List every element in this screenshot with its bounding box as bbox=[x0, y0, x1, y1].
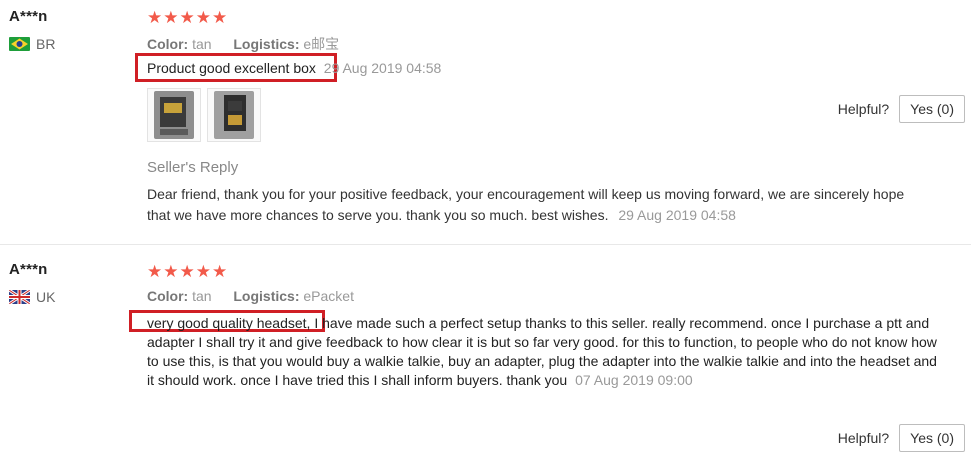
seller-reply-text: Dear friend, thank you for your positive… bbox=[147, 184, 927, 226]
color-value: tan bbox=[192, 36, 212, 52]
helpful-section: Helpful? Yes (0) bbox=[838, 424, 965, 452]
review-item: A***n UK ★★★★★ Color: tan Logistics: ePa… bbox=[0, 245, 971, 471]
reviewer-name: A***n bbox=[9, 261, 48, 278]
review-text: very good quality headset, I have made s… bbox=[147, 314, 942, 390]
helpful-yes-button[interactable]: Yes (0) bbox=[899, 95, 965, 123]
reviewer-name: A***n bbox=[9, 8, 48, 25]
photo-thumbnail-icon bbox=[154, 91, 194, 139]
highlighted-text: Product good excellent box bbox=[147, 60, 316, 76]
country-code: UK bbox=[36, 289, 56, 305]
seller-reply-date: 29 Aug 2019 04:58 bbox=[618, 207, 736, 223]
logistics-label: Logistics: bbox=[233, 288, 300, 304]
product-photo-2[interactable] bbox=[207, 88, 261, 142]
logistics-value: e邮宝 bbox=[303, 36, 340, 52]
review-attributes: Color: tan Logistics: e邮宝 bbox=[147, 34, 339, 54]
logistics-label: Logistics: bbox=[233, 36, 300, 52]
helpful-yes-button[interactable]: Yes (0) bbox=[899, 424, 965, 452]
review-date: 07 Aug 2019 09:00 bbox=[575, 372, 693, 388]
review-item: A***n BR ★★★★★ Color: tan Logistics: e邮宝… bbox=[0, 0, 971, 245]
star-rating: ★★★★★ bbox=[147, 8, 229, 27]
reviewer-country: UK bbox=[9, 289, 55, 305]
review-attributes: Color: tan Logistics: ePacket bbox=[147, 288, 354, 304]
review-text: Product good excellent box 29 Aug 2019 0… bbox=[147, 59, 441, 78]
seller-reply-body: Dear friend, thank you for your positive… bbox=[147, 186, 905, 223]
photo-thumbnail-icon bbox=[214, 91, 254, 139]
highlighted-text: very good quality headset, bbox=[147, 315, 311, 331]
star-rating: ★★★★★ bbox=[147, 262, 229, 281]
country-code: BR bbox=[36, 36, 56, 52]
color-label: Color: bbox=[147, 288, 189, 304]
product-photo-1[interactable] bbox=[147, 88, 201, 142]
helpful-section: Helpful? Yes (0) bbox=[838, 95, 965, 123]
review-date: 29 Aug 2019 04:58 bbox=[323, 60, 442, 76]
helpful-label: Helpful? bbox=[837, 101, 890, 117]
helpful-label: Helpful? bbox=[837, 430, 890, 446]
uk-flag-icon bbox=[9, 290, 30, 304]
logistics-value: ePacket bbox=[303, 288, 354, 304]
color-label: Color: bbox=[147, 36, 189, 52]
reviewer-country: BR bbox=[9, 36, 55, 52]
brazil-flag-icon bbox=[9, 37, 30, 51]
color-value: tan bbox=[192, 288, 212, 304]
seller-reply-title: Seller's Reply bbox=[147, 159, 239, 176]
